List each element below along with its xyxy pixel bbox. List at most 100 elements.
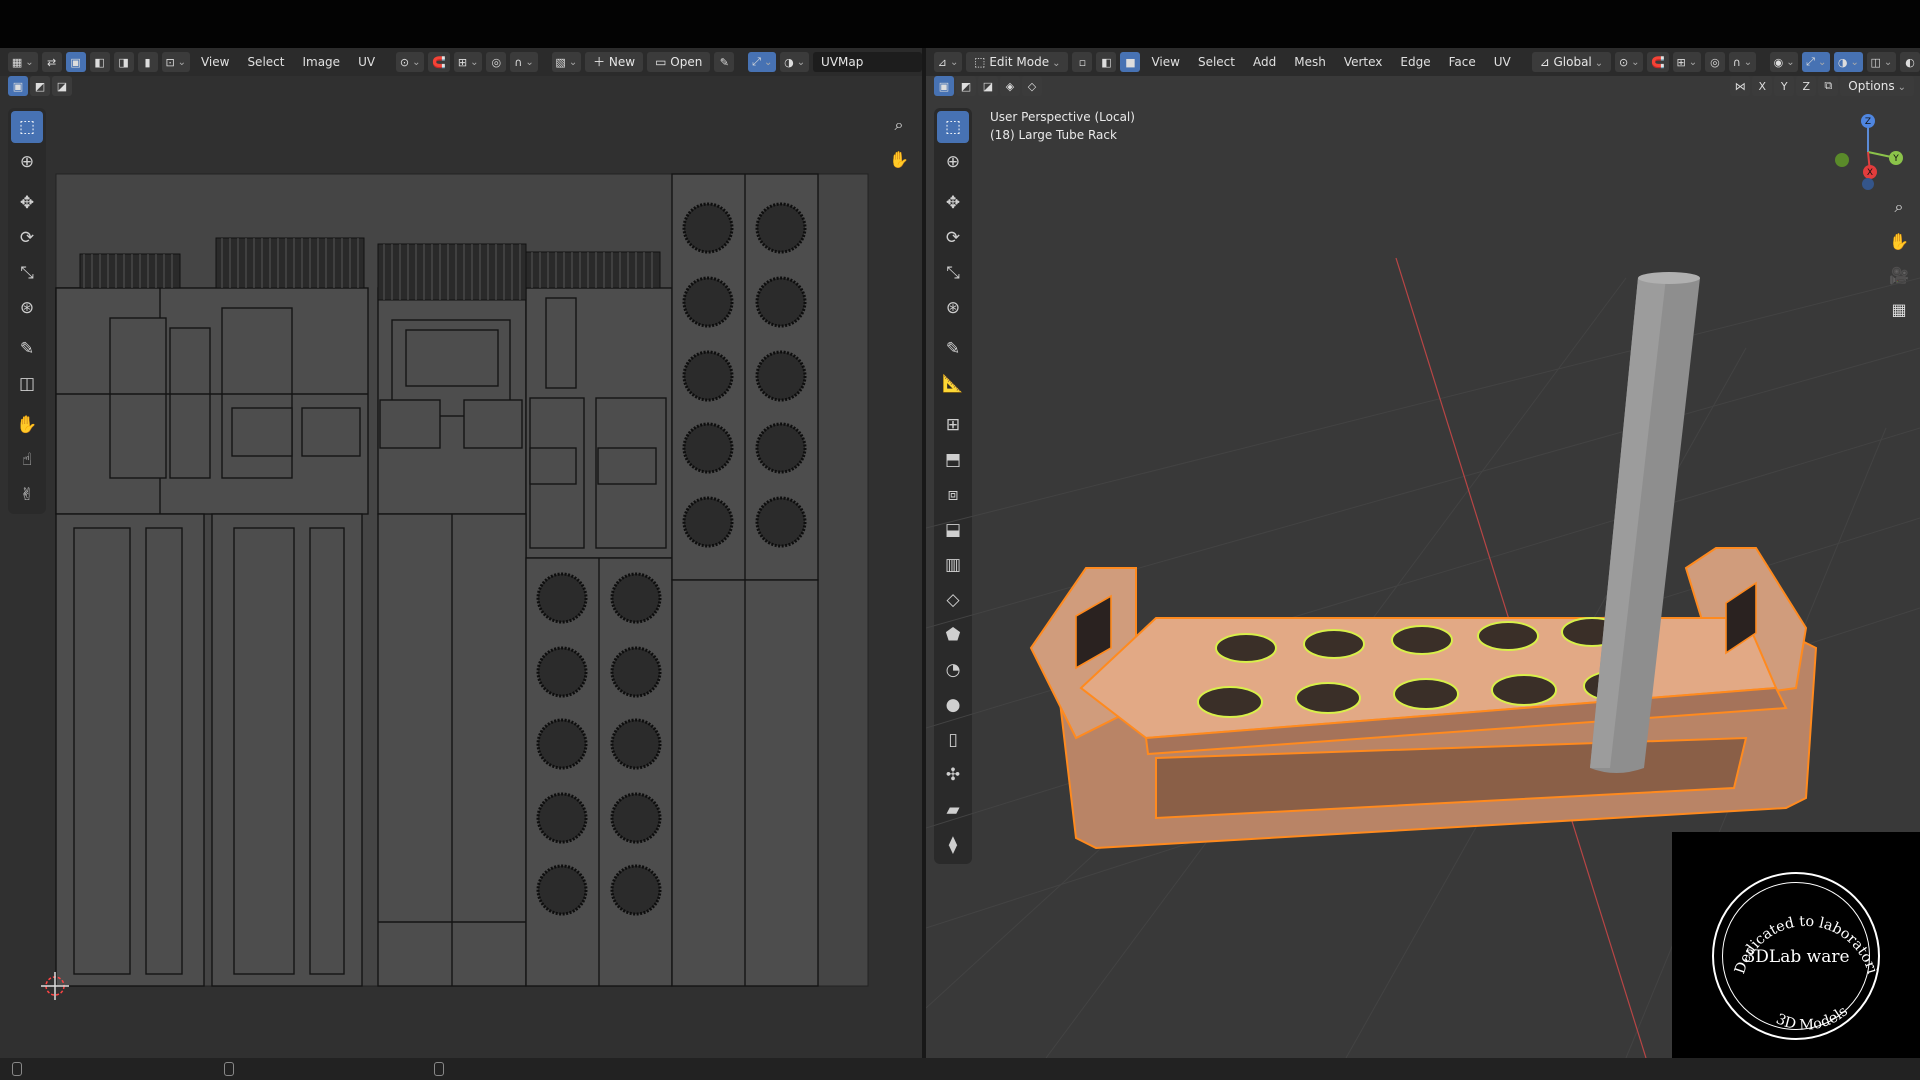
image-browse-icon[interactable]: ▧	[551, 52, 582, 72]
pinch-icon[interactable]: ✌	[11, 479, 43, 511]
spin-icon[interactable]: ◔	[937, 654, 969, 686]
3d-viewport[interactable]: ⊿ ⬚ Edit Mode ▫ ◧ ■ View Select Add Mesh…	[926, 48, 1920, 1058]
edge-select-icon[interactable]: ◧	[89, 52, 110, 72]
cursor-3d-icon[interactable]: ⊕	[937, 146, 969, 178]
inset-icon[interactable]: ⧈	[937, 479, 969, 511]
shear-icon[interactable]: ▰	[937, 794, 969, 826]
pan-hand-icon[interactable]: ✋	[886, 146, 912, 172]
relax-icon[interactable]: ☝	[11, 444, 43, 476]
cursor-icon[interactable]: ⊕	[11, 146, 43, 178]
select-intersect-icon[interactable]: ◇	[1022, 76, 1042, 96]
mirror-z-toggle[interactable]: Z	[1796, 76, 1817, 96]
add-cube-icon[interactable]: ⊞	[937, 409, 969, 441]
overlay-toggle-icon[interactable]: ◑	[780, 52, 810, 72]
select-subtract-icon[interactable]: ◪	[52, 76, 72, 96]
poly-build-icon[interactable]: ⬟	[937, 619, 969, 651]
edge-mode-icon[interactable]: ◧	[1096, 52, 1117, 72]
proportional-3d-icon[interactable]: ◎	[1704, 52, 1725, 72]
options-dropdown[interactable]: Options	[1840, 76, 1914, 96]
scale-3d-icon[interactable]: ⤡	[937, 257, 969, 289]
menu-view-3d[interactable]: View	[1144, 55, 1186, 69]
transform-icon[interactable]: ⊛	[11, 292, 43, 324]
island-select-icon[interactable]: ▮	[137, 52, 158, 72]
mode-dropdown[interactable]: ⬚ Edit Mode	[966, 52, 1069, 72]
menu-edge[interactable]: Edge	[1393, 55, 1437, 69]
loop-cut-icon[interactable]: ▥	[937, 549, 969, 581]
ortho-toggle-icon[interactable]: ▦	[1886, 296, 1912, 322]
menu-uv[interactable]: UV	[351, 55, 382, 69]
pivot-point-icon[interactable]: ⊙	[1615, 52, 1644, 72]
menu-select[interactable]: Select	[240, 55, 291, 69]
select-invert-icon[interactable]: ◈	[1000, 76, 1020, 96]
sync-selection-icon[interactable]: ⇄	[41, 52, 62, 72]
bevel-icon[interactable]: ⬓	[937, 514, 969, 546]
uvmap-field[interactable]: UVMap	[813, 52, 922, 72]
menu-add[interactable]: Add	[1246, 55, 1283, 69]
select-new-3d-icon[interactable]: ▣	[934, 76, 954, 96]
auto-merge-icon[interactable]: ⧉	[1818, 76, 1839, 96]
move-3d-icon[interactable]: ✥	[937, 187, 969, 219]
menu-vertex[interactable]: Vertex	[1337, 55, 1390, 69]
rotate-icon[interactable]: ⟳	[11, 222, 43, 254]
select-extend-icon[interactable]: ◩	[30, 76, 50, 96]
rip-icon[interactable]: ◫	[11, 368, 43, 400]
new-image-button[interactable]: ＋ New	[585, 52, 644, 72]
rotate-3d-icon[interactable]: ⟳	[937, 222, 969, 254]
proportional-edit-icon[interactable]: ◎	[486, 52, 507, 72]
editor-type-3d-icon[interactable]: ⊿	[934, 52, 963, 72]
snap-icon[interactable]: 🧲	[428, 52, 450, 72]
select-box-3d-icon[interactable]: ⬚	[937, 111, 969, 143]
menu-image[interactable]: Image	[295, 55, 347, 69]
pin-icon[interactable]: ✎	[714, 52, 735, 72]
gizmo-3d-icon[interactable]: ⤢	[1802, 52, 1831, 72]
uv-editor[interactable]: ▦ ⇄ ▣ ◧ ◨ ▮ ⊡ View Select Image UV ⊙ 🧲 ⊞…	[0, 48, 922, 1058]
select-box-icon[interactable]: ⬚	[11, 111, 43, 143]
overlays-icon[interactable]: ◑	[1834, 52, 1863, 72]
snap-3d-icon[interactable]: 🧲	[1647, 52, 1669, 72]
navigation-gizmo[interactable]: Z Y X	[1828, 112, 1908, 192]
mirror-x-toggle[interactable]: X	[1752, 76, 1773, 96]
annotate-icon[interactable]: ✎	[11, 333, 43, 365]
falloff-icon[interactable]: ∩	[510, 52, 538, 72]
vertex-mode-icon[interactable]: ▫	[1072, 52, 1093, 72]
open-image-button[interactable]: ▭ Open	[647, 52, 711, 72]
vertex-select-icon[interactable]: ▣	[65, 52, 86, 72]
falloff-3d-icon[interactable]: ∩	[1728, 52, 1756, 72]
face-mode-icon[interactable]: ■	[1120, 52, 1141, 72]
move-icon[interactable]: ✥	[11, 187, 43, 219]
mirror-y-toggle[interactable]: Y	[1774, 76, 1795, 96]
sticky-selection-icon[interactable]: ⊡	[161, 52, 190, 72]
select-extend-3d-icon[interactable]: ◩	[956, 76, 976, 96]
menu-mesh[interactable]: Mesh	[1287, 55, 1333, 69]
camera-view-icon[interactable]: 🎥	[1886, 262, 1912, 288]
pan-3d-icon[interactable]: ✋	[1886, 228, 1912, 254]
edge-slide-icon[interactable]: ▯	[937, 724, 969, 756]
editor-type-icon[interactable]: ▦	[8, 52, 38, 72]
annotate-3d-icon[interactable]: ✎	[937, 333, 969, 365]
pivot-icon[interactable]: ⊙	[396, 52, 425, 72]
xray-icon[interactable]: ◫	[1866, 52, 1896, 72]
face-select-icon[interactable]: ◨	[113, 52, 134, 72]
zoom-3d-icon[interactable]: ⌕	[1886, 194, 1912, 220]
shrink-fatten-icon[interactable]: ✣	[937, 759, 969, 791]
menu-uv-3d[interactable]: UV	[1487, 55, 1518, 69]
visibility-icon[interactable]: ◉	[1769, 52, 1799, 72]
smooth-icon[interactable]: ●	[937, 689, 969, 721]
snap-target-icon[interactable]: ⊞	[453, 52, 483, 72]
gizmo-toggle-icon[interactable]: ⤢	[748, 52, 777, 72]
measure-icon[interactable]: 📐	[937, 368, 969, 400]
extrude-icon[interactable]: ⬒	[937, 444, 969, 476]
menu-view[interactable]: View	[194, 55, 236, 69]
menu-select-3d[interactable]: Select	[1191, 55, 1242, 69]
zoom-icon[interactable]: ⌕	[886, 112, 912, 138]
knife-icon[interactable]: ◇	[937, 584, 969, 616]
rip-region-icon[interactable]: ⧫	[937, 829, 969, 861]
shading-icon[interactable]: ◐	[1900, 52, 1920, 72]
select-new-icon[interactable]: ▣	[8, 76, 28, 96]
grab-icon[interactable]: ✋	[11, 409, 43, 441]
snap-to-icon[interactable]: ⊞	[1672, 52, 1701, 72]
mirror-icon[interactable]: ⋈	[1730, 76, 1751, 96]
menu-face[interactable]: Face	[1442, 55, 1483, 69]
transform-orientation-dropdown[interactable]: ⊿ Global	[1531, 52, 1612, 72]
scale-icon[interactable]: ⤡	[11, 257, 43, 289]
